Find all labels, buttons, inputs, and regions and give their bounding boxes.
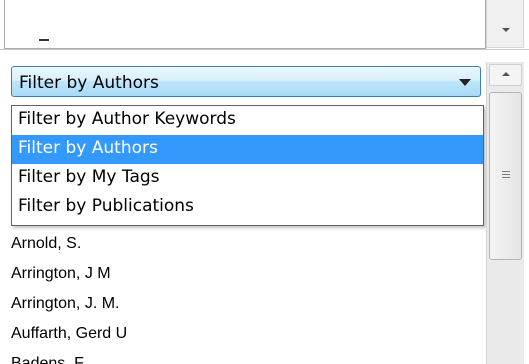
list-item[interactable]: Arrington, J. M. [11, 289, 481, 319]
filter-dropdown-list: Filter by Author Keywords Filter by Auth… [11, 105, 484, 226]
textbox-scrollbar[interactable] [486, 0, 524, 48]
divider [0, 49, 529, 50]
chevron-down-icon[interactable] [459, 79, 471, 86]
list-item[interactable]: Arrington, J M [11, 259, 481, 289]
scroll-thumb[interactable] [489, 92, 522, 260]
filter-select-value: Filter by Authors [19, 73, 159, 93]
scroll-up-button[interactable] [489, 64, 522, 86]
option-filter-authors[interactable]: Filter by Authors [12, 135, 483, 164]
list-item[interactable]: Auffarth, Gerd U [11, 319, 481, 349]
list-item[interactable]: Badens, F [11, 349, 481, 364]
grip-icon [502, 171, 510, 180]
scroll-up-icon [502, 72, 510, 76]
scroll-down-icon[interactable] [502, 28, 510, 32]
option-filter-publications[interactable]: Filter by Publications [12, 193, 483, 222]
list-item[interactable]: Arnold, S. [11, 229, 481, 259]
filter-panel: Filter by Authors Filter by Author Keywo… [0, 0, 529, 364]
text-fragment [39, 39, 49, 41]
option-filter-my-tags[interactable]: Filter by My Tags [12, 164, 483, 193]
filter-select[interactable]: Filter by Authors [11, 66, 481, 97]
notes-textbox[interactable] [4, 0, 486, 49]
author-list: Arnold, S. Arrington, J M Arrington, J. … [11, 229, 481, 364]
author-list-scrollbar[interactable] [486, 62, 524, 364]
option-filter-author-keywords[interactable]: Filter by Author Keywords [12, 106, 483, 135]
